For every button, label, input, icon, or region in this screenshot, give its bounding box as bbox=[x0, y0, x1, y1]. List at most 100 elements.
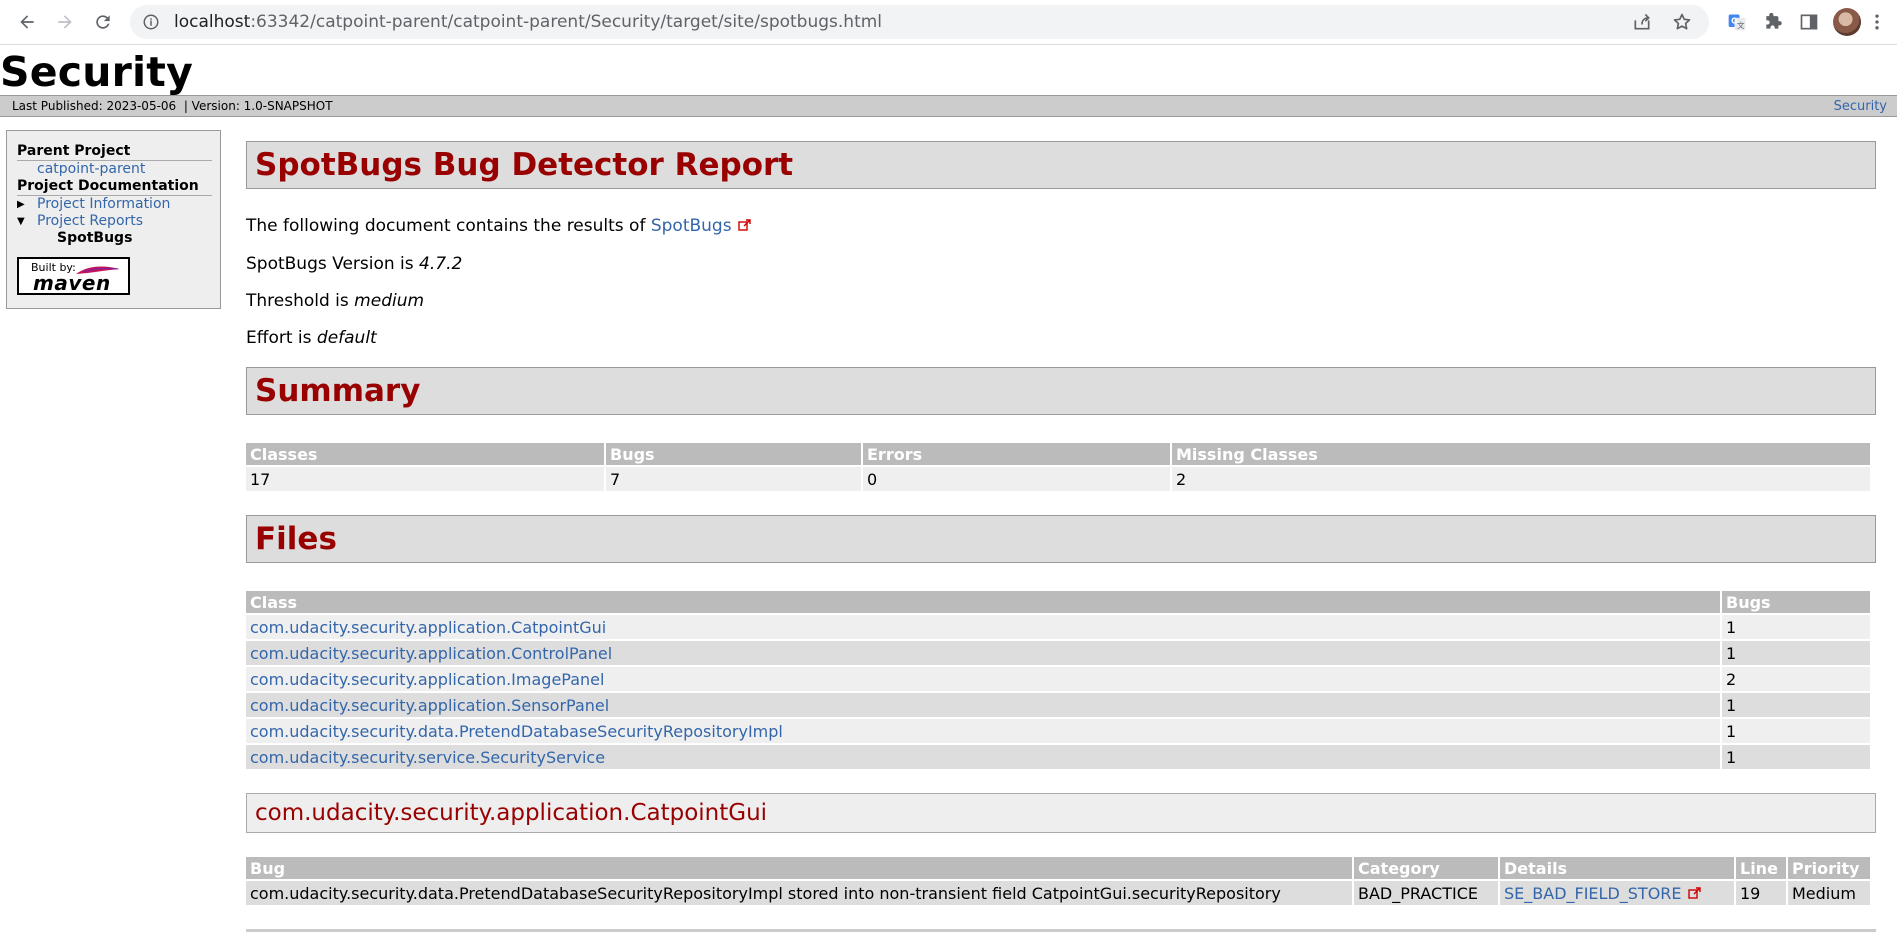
publish-info: Last Published: 2023-05-06 | Version: 1.… bbox=[12, 99, 333, 113]
menu-button[interactable] bbox=[1867, 5, 1887, 39]
file-bugs-cell: 1 bbox=[1722, 615, 1870, 639]
browser-toolbar: localhost:63342/catpoint-parent/catpoint… bbox=[0, 0, 1897, 45]
file-class-link[interactable]: com.udacity.security.service.SecuritySer… bbox=[250, 748, 605, 767]
bug-priority-cell: Medium bbox=[1788, 881, 1870, 905]
url-host: localhost bbox=[174, 12, 251, 32]
bug-detail-table: Bug Category Details Line Priority com.u… bbox=[244, 855, 1872, 907]
bug-pattern-link[interactable]: SE_BAD_FIELD_STORE bbox=[1504, 884, 1682, 903]
bug-description-cell: com.udacity.security.data.PretendDatabas… bbox=[246, 881, 1352, 905]
bug-header-row: Bug Category Details Line Priority bbox=[246, 857, 1870, 879]
file-class-link[interactable]: com.udacity.security.application.Control… bbox=[250, 644, 612, 663]
address-bar[interactable]: localhost:63342/catpoint-parent/catpoint… bbox=[130, 5, 1709, 39]
reload-button[interactable] bbox=[86, 5, 120, 39]
parent-project-list: catpoint-parent bbox=[17, 161, 212, 178]
file-bugs-cell: 1 bbox=[1722, 719, 1870, 743]
side-panel-button[interactable] bbox=[1791, 5, 1827, 39]
bug-details-cell: SE_BAD_FIELD_STORE bbox=[1500, 881, 1734, 905]
parent-project-heading: Parent Project bbox=[17, 143, 212, 161]
spotbugs-external-link[interactable]: SpotBugs bbox=[651, 216, 732, 236]
svg-text:文: 文 bbox=[1737, 20, 1745, 30]
breadcrumb-security-link[interactable]: Security bbox=[1834, 99, 1887, 114]
url-text[interactable]: localhost:63342/catpoint-parent/catpoint… bbox=[174, 12, 1617, 32]
project-documentation-heading: Project Documentation bbox=[17, 178, 212, 196]
version-label: SpotBugs Version is bbox=[246, 254, 420, 274]
project-reports-link[interactable]: Project Reports bbox=[37, 213, 143, 229]
parent-project-link[interactable]: catpoint-parent bbox=[37, 161, 145, 177]
file-class-link[interactable]: com.udacity.security.application.ImagePa… bbox=[250, 670, 604, 689]
files-header-row: Class Bugs bbox=[246, 591, 1870, 613]
bug-col-line: Line bbox=[1736, 857, 1786, 879]
table-row: com.udacity.security.data.PretendDatabas… bbox=[246, 881, 1870, 905]
bug-line-cell: 19 bbox=[1736, 881, 1786, 905]
file-class-cell: com.udacity.security.application.ImagePa… bbox=[246, 667, 1720, 691]
version-info: | Version: 1.0-SNAPSHOT bbox=[183, 99, 333, 113]
table-row: com.udacity.security.application.ImagePa… bbox=[246, 667, 1870, 691]
main-content: SpotBugs Bug Detector Report The followi… bbox=[246, 141, 1876, 932]
threshold-label: Threshold is bbox=[246, 291, 355, 311]
files-col-bugs: Bugs bbox=[1722, 591, 1870, 613]
table-row: com.udacity.security.data.PretendDatabas… bbox=[246, 719, 1870, 743]
back-button[interactable] bbox=[10, 5, 44, 39]
external-link-icon[interactable] bbox=[1687, 886, 1702, 900]
last-published: Last Published: 2023-05-06 bbox=[12, 99, 177, 113]
summary-classes-value: 17 bbox=[246, 467, 604, 491]
file-class-link[interactable]: com.udacity.security.data.PretendDatabas… bbox=[250, 722, 783, 741]
site-title: Security bbox=[0, 48, 194, 96]
project-information-link[interactable]: Project Information bbox=[37, 196, 170, 212]
forward-button[interactable] bbox=[48, 5, 82, 39]
file-bugs-cell: 1 bbox=[1722, 641, 1870, 665]
intro-paragraph: The following document contains the resu… bbox=[246, 216, 1876, 236]
share-icon bbox=[1634, 13, 1650, 30]
table-row: com.udacity.security.application.Control… bbox=[246, 641, 1870, 665]
file-class-cell: com.udacity.security.application.SensorP… bbox=[246, 693, 1720, 717]
built-by-maven-logo[interactable]: Built by: maven bbox=[17, 257, 130, 295]
side-panel-icon bbox=[1800, 14, 1818, 30]
summary-bugs-value: 7 bbox=[606, 467, 861, 491]
file-class-cell: com.udacity.security.service.SecuritySer… bbox=[246, 745, 1720, 769]
table-row: com.udacity.security.application.Catpoin… bbox=[246, 615, 1870, 639]
share-button[interactable] bbox=[1627, 7, 1657, 37]
report-title: SpotBugs Bug Detector Report bbox=[246, 141, 1876, 189]
file-bugs-cell: 1 bbox=[1722, 693, 1870, 717]
nav-item-project-information[interactable]: ▶ Project Information bbox=[17, 196, 212, 213]
threshold-value: medium bbox=[354, 291, 425, 311]
nav-item-project-reports[interactable]: ▼ Project Reports bbox=[17, 213, 212, 230]
summary-errors-value: 0 bbox=[863, 467, 1170, 491]
file-bugs-cell: 1 bbox=[1722, 745, 1870, 769]
files-heading: Files bbox=[246, 515, 1876, 563]
table-row: com.udacity.security.service.SecuritySer… bbox=[246, 745, 1870, 769]
left-navigation: Parent Project catpoint-parent Project D… bbox=[6, 130, 221, 309]
section-divider bbox=[246, 929, 1876, 932]
file-class-link[interactable]: com.udacity.security.application.Catpoin… bbox=[250, 618, 606, 637]
version-value: 4.7.2 bbox=[419, 254, 463, 274]
translate-extension-button[interactable]: G文 bbox=[1719, 5, 1755, 39]
arrow-right-icon bbox=[58, 15, 72, 29]
collapsed-arrow-icon[interactable]: ▶ bbox=[17, 196, 29, 213]
expanded-arrow-icon[interactable]: ▼ bbox=[17, 213, 29, 230]
documentation-list: ▶ Project Information ▼ Project Reports … bbox=[17, 196, 212, 247]
file-bugs-cell: 2 bbox=[1722, 667, 1870, 691]
version-paragraph: SpotBugs Version is 4.7.2 bbox=[246, 254, 1876, 274]
more-vert-icon bbox=[1875, 14, 1879, 30]
reload-icon bbox=[96, 15, 110, 29]
profile-avatar[interactable] bbox=[1833, 8, 1861, 36]
extensions-button[interactable] bbox=[1755, 5, 1791, 39]
bookmark-button[interactable] bbox=[1667, 7, 1697, 37]
summary-col-missing-classes: Missing Classes bbox=[1172, 443, 1870, 465]
intro-text: The following document contains the resu… bbox=[246, 216, 651, 236]
file-class-cell: com.udacity.security.application.Catpoin… bbox=[246, 615, 1720, 639]
file-class-link[interactable]: com.udacity.security.application.SensorP… bbox=[250, 696, 609, 715]
file-class-cell: com.udacity.security.data.PretendDatabas… bbox=[246, 719, 1720, 743]
puzzle-icon bbox=[1766, 12, 1782, 29]
summary-col-bugs: Bugs bbox=[606, 443, 861, 465]
files-table: Class Bugs com.udacity.security.applicat… bbox=[244, 589, 1872, 771]
external-link-icon[interactable] bbox=[737, 218, 752, 232]
summary-header-row: Classes Bugs Errors Missing Classes bbox=[246, 443, 1870, 465]
effort-label: Effort is bbox=[246, 328, 317, 348]
summary-missing-classes-value: 2 bbox=[1172, 467, 1870, 491]
url-path: :63342/catpoint-parent/catpoint-parent/S… bbox=[250, 12, 883, 32]
summary-row: 17 7 0 2 bbox=[246, 467, 1870, 491]
info-icon[interactable] bbox=[142, 13, 160, 31]
nav-item-parent: catpoint-parent bbox=[17, 161, 212, 178]
translate-icon: G文 bbox=[1728, 14, 1746, 31]
